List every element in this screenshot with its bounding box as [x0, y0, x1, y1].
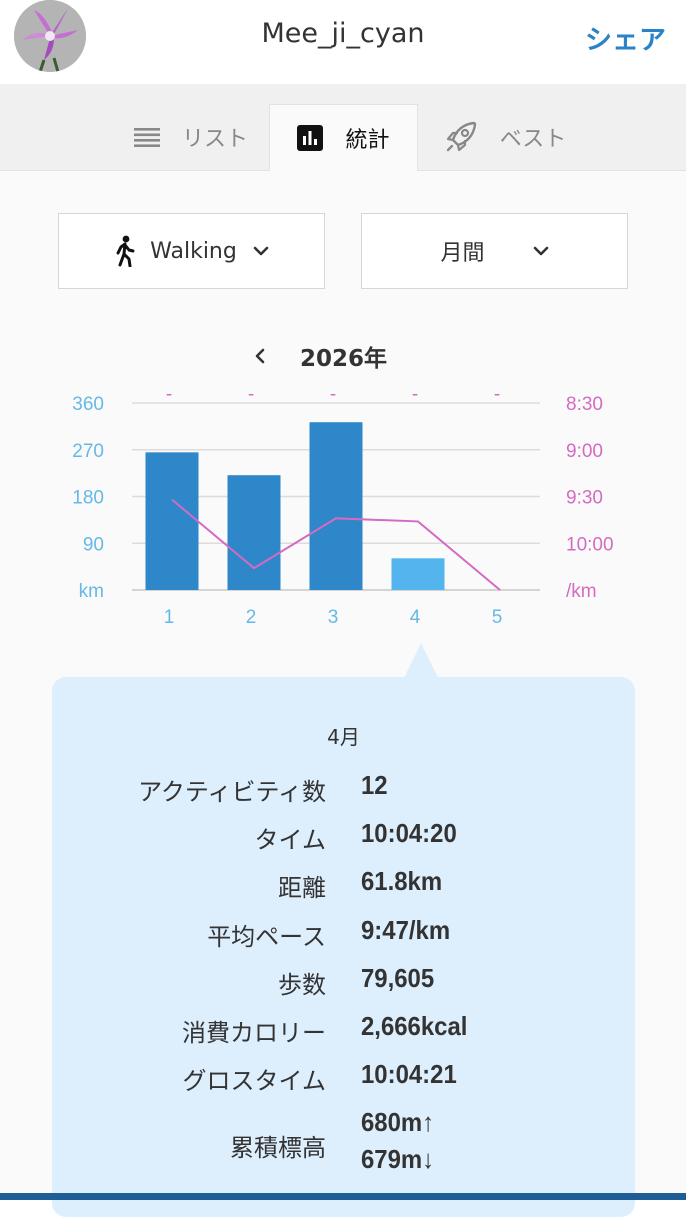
chevron-down-icon	[533, 246, 549, 256]
stat-label: 歩数	[278, 971, 326, 999]
x-axis-tick: 1	[164, 607, 175, 628]
x-axis-tick: 5	[492, 607, 503, 628]
stat-value: 10:04:21	[361, 1059, 457, 1089]
right-axis-tick: 9:30	[566, 488, 603, 509]
elevation-loss-value: 679m↓	[361, 1144, 435, 1174]
left-axis-tick: 360	[72, 394, 104, 415]
stat-row-elevation: 679m↓	[52, 1144, 635, 1186]
chart-bar	[391, 558, 445, 590]
stat-value: 12	[361, 770, 388, 800]
tab-stats[interactable]: 統計	[269, 104, 418, 171]
x-axis-tick: 4	[410, 607, 421, 628]
top-marker: -	[330, 384, 336, 405]
chart-bar	[145, 452, 199, 590]
year-label: 2026年	[300, 346, 388, 372]
stat-value: 9:47/km	[361, 915, 451, 945]
tab-best[interactable]: ベスト	[430, 104, 580, 170]
chevron-down-icon	[253, 246, 269, 256]
left-axis-tick: 270	[72, 441, 104, 462]
detail-month: 4月	[327, 725, 360, 749]
rocket-icon	[444, 120, 478, 154]
x-axis-tick: 2	[246, 607, 257, 628]
right-axis-tick: 8:30	[566, 394, 603, 415]
stat-row-elevation: 680m↑	[52, 1107, 635, 1149]
tab-stats-label: 統計	[345, 128, 390, 153]
stat-label: タイム	[254, 826, 326, 854]
share-button[interactable]: シェア	[585, 18, 666, 57]
month-detail-panel: 4月 アクティビティ数 12 タイム 10:04:20 距離 61.8km 平均…	[52, 677, 635, 1217]
top-marker: -	[248, 384, 254, 405]
tab-best-label: ベスト	[499, 127, 567, 152]
tab-bar: リスト 統計 ベスト	[0, 84, 686, 171]
monthly-chart: 360 8:30 270 9:00 180 9:30 90 10:00 km/km - - - - - 1 2…	[72, 384, 614, 628]
stat-value: 2,666kcal	[361, 1011, 468, 1041]
list-icon	[133, 127, 160, 147]
year-navigator: 2026年	[0, 337, 686, 377]
elevation-gain-value: 680m↑	[361, 1107, 435, 1137]
top-marker: -	[412, 384, 418, 405]
left-axis-tick: 180	[72, 488, 104, 509]
left-axis-tick: 90	[83, 534, 104, 555]
activity-value: Walking	[150, 238, 237, 264]
tab-list-label: リスト	[181, 127, 248, 152]
stat-label: 距離	[278, 874, 326, 902]
walking-person-icon	[114, 235, 136, 267]
stat-label: グロスタイム	[182, 1067, 326, 1095]
previous-year-button[interactable]	[245, 339, 275, 373]
tab-list[interactable]: リスト	[115, 104, 267, 170]
period-dropdown[interactable]: 月間	[361, 213, 628, 289]
stats-content: Walking 月間 2026年 360 8:30 270 9:00 180 9:30 90…	[0, 171, 686, 1217]
stat-row: 消費カロリー 2,666kcal	[52, 1011, 635, 1053]
stat-label: 平均ペース	[207, 923, 326, 951]
period-value: 月間	[440, 241, 485, 266]
stat-row: グロスタイム 10:04:21	[52, 1059, 635, 1101]
stat-row: タイム 10:04:20	[52, 818, 635, 860]
stat-row: アクティビティ数 12	[52, 770, 635, 812]
activity-dropdown[interactable]: Walking	[58, 213, 325, 289]
bar-chart-icon	[297, 125, 324, 151]
stat-value: 79,605	[361, 963, 435, 993]
chart-bar	[309, 422, 363, 590]
bottom-bar	[0, 1193, 686, 1200]
right-axis-tick: 10:00	[566, 534, 614, 555]
left-axis-tick: km	[79, 581, 104, 602]
stat-label: アクティビティ数	[138, 778, 326, 806]
stat-row: 歩数 79,605	[52, 963, 635, 1005]
x-axis-tick: 3	[328, 607, 339, 628]
stat-value: 10:04:20	[361, 818, 457, 848]
top-marker: -	[494, 384, 500, 405]
stat-label: 消費カロリー	[182, 1019, 326, 1047]
username: Mee_ji_cyan	[261, 18, 425, 49]
top-marker: -	[166, 384, 172, 405]
stat-row: 距離 61.8km	[52, 866, 635, 908]
selection-pointer	[404, 643, 438, 678]
stat-row: 平均ペース 9:47/km	[52, 915, 635, 957]
stat-value: 61.8km	[361, 866, 443, 896]
right-axis-tick: /km	[566, 581, 597, 602]
chevron-left-icon	[255, 348, 265, 364]
right-axis-tick: 9:00	[566, 441, 603, 462]
app-header: Mee_ji_cyan シェア	[0, 0, 686, 84]
chart-bar	[227, 475, 281, 590]
